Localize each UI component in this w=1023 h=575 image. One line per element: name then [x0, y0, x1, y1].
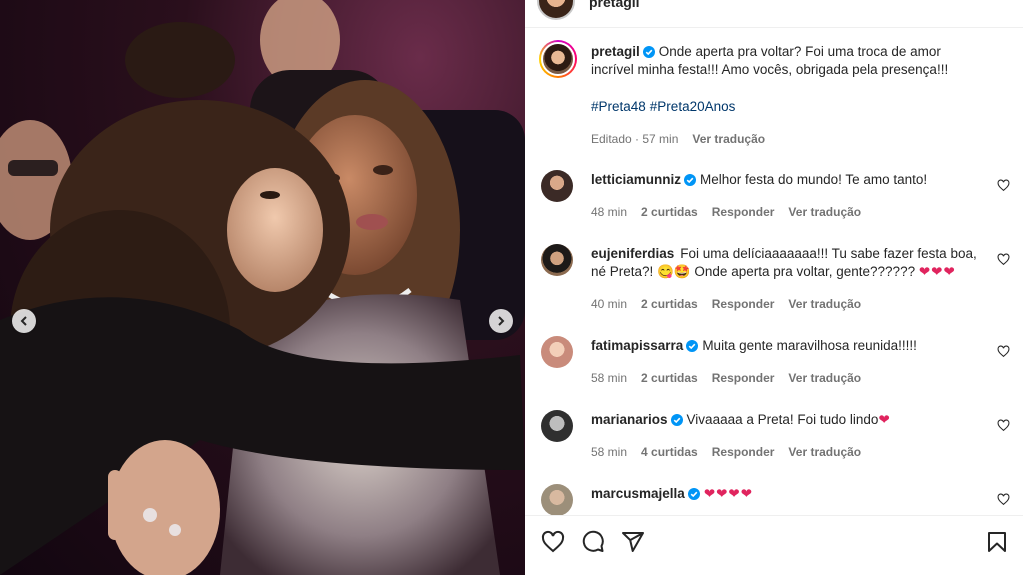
reply-button[interactable]: Responder — [712, 371, 775, 385]
comment-icon[interactable] — [581, 530, 605, 554]
see-translation-link[interactable]: Ver tradução — [692, 132, 765, 146]
comment-text-block: eujeniferdias Foi uma delíciaaaaaaa!!! Tu… — [591, 245, 986, 281]
caption-hashtags: #Preta48 #Preta20Anos — [591, 99, 739, 114]
comment-time: 58 min — [591, 371, 628, 385]
hashtag-link[interactable]: #Preta20Anos — [650, 99, 736, 114]
comment-meta: 58 min 4 curtidas Responder Ver tradução — [591, 445, 861, 459]
verified-badge-icon — [684, 174, 697, 186]
verified-badge-icon — [686, 340, 699, 352]
comment-meta: 58 min 2 curtidas Responder Ver tradução — [591, 371, 861, 385]
author-avatar[interactable] — [537, 0, 575, 20]
comment-likes[interactable]: 4 curtidas — [641, 445, 698, 459]
caption-meta: Editado · 57 min Ver tradução — [591, 132, 765, 146]
comments-list[interactable]: pretagil Onde aperta pra voltar? Foi uma … — [525, 28, 1023, 515]
comment-text-block: fatimapissarra Muita gente maravilhosa re… — [591, 337, 986, 355]
commenter-avatar[interactable] — [541, 170, 573, 202]
hearts-emoji: ❤❤❤ — [918, 264, 956, 279]
comment-text: Vivaaaaa a Preta! Foi tudo lindo — [686, 412, 879, 427]
post-side-panel: pretagil pretagil Onde aperta pra voltar?… — [525, 0, 1023, 575]
comment-like-heart-icon[interactable] — [997, 179, 1010, 192]
commenter-avatar[interactable] — [541, 410, 573, 442]
comment-text-block: marcusmajella ❤❤❤❤ — [591, 485, 986, 503]
author-username[interactable]: pretagil — [589, 0, 640, 10]
caption-username[interactable]: pretagil — [591, 44, 640, 59]
comment-like-heart-icon[interactable] — [997, 419, 1010, 432]
post-photo — [0, 0, 525, 575]
reply-button[interactable]: Responder — [712, 205, 775, 219]
commenter-avatar[interactable] — [541, 336, 573, 368]
post-actions-bar — [525, 515, 1023, 575]
verified-badge-icon — [642, 46, 655, 58]
share-icon[interactable] — [621, 530, 645, 554]
caption-avatar[interactable] — [539, 40, 577, 78]
comment-like-heart-icon[interactable] — [997, 493, 1010, 506]
comment-likes[interactable]: 2 curtidas — [641, 205, 698, 219]
comment-text: Melhor festa do mundo! Te amo tanto! — [700, 172, 928, 187]
hashtag-link[interactable]: #Preta48 — [591, 99, 646, 114]
reply-button[interactable]: Responder — [712, 445, 775, 459]
commenter-avatar[interactable] — [541, 244, 573, 276]
comment-username[interactable]: fatimapissarra — [591, 338, 683, 353]
see-translation-link[interactable]: Ver tradução — [788, 297, 861, 311]
heart-icon[interactable] — [541, 530, 565, 554]
previous-photo-button[interactable] — [12, 309, 36, 333]
chevron-right-icon — [498, 316, 505, 326]
comment-time: 40 min — [591, 297, 628, 311]
commenter-avatar[interactable] — [541, 484, 573, 515]
caption-edited-time: Editado · 57 min — [591, 132, 679, 146]
comment-username[interactable]: eujeniferdias — [591, 246, 674, 261]
comment-like-heart-icon[interactable] — [997, 345, 1010, 358]
comment-text: Muita gente maravilhosa reunida!!!!! — [702, 338, 917, 353]
verified-badge-icon — [687, 488, 700, 500]
comment-meta: 40 min 2 curtidas Responder Ver tradução — [591, 297, 861, 311]
comment-username[interactable]: marcusmajella — [591, 486, 685, 501]
comment-likes[interactable]: 2 curtidas — [641, 297, 698, 311]
comment-like-heart-icon[interactable] — [997, 253, 1010, 266]
see-translation-link[interactable]: Ver tradução — [788, 205, 861, 219]
comment-likes[interactable]: 2 curtidas — [641, 371, 698, 385]
see-translation-link[interactable]: Ver tradução — [788, 371, 861, 385]
hearts-emoji: ❤❤❤❤ — [703, 486, 754, 501]
chevron-left-icon — [20, 316, 27, 326]
photo-illustration — [0, 0, 525, 575]
verified-badge-icon — [670, 414, 683, 426]
caption-text-block: pretagil Onde aperta pra voltar? Foi uma … — [591, 43, 986, 79]
comment-username[interactable]: marianarios — [591, 412, 668, 427]
see-translation-link[interactable]: Ver tradução — [788, 445, 861, 459]
comment-time: 48 min — [591, 205, 628, 219]
next-photo-button[interactable] — [489, 309, 513, 333]
comment-username[interactable]: letticiamunniz — [591, 172, 681, 187]
comment-text-block: marianarios Vivaaaaa a Preta! Foi tudo li… — [591, 411, 986, 429]
comment-time: 58 min — [591, 445, 628, 459]
reply-button[interactable]: Responder — [712, 297, 775, 311]
comment-text-block: letticiamunniz Melhor festa do mundo! Te … — [591, 171, 986, 189]
hearts-emoji: ❤ — [878, 412, 891, 427]
bookmark-icon[interactable] — [985, 530, 1009, 554]
post-header: pretagil — [525, 0, 1023, 28]
comment-meta: 48 min 2 curtidas Responder Ver tradução — [591, 205, 861, 219]
